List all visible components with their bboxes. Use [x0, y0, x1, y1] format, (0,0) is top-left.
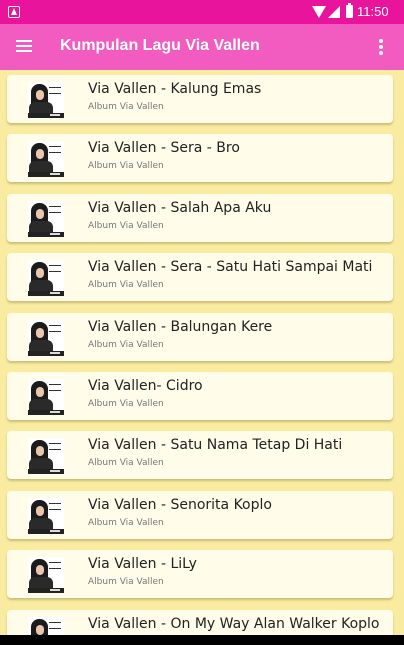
album-thumbnail	[28, 379, 64, 415]
song-list-item[interactable]: Via Vallen - Balungan Kere Album Via Vall…	[7, 313, 393, 361]
song-title: Via Vallen - Balungan Kere	[88, 319, 273, 335]
album-thumbnail	[28, 141, 64, 177]
song-album: Album Via Vallen	[88, 102, 164, 112]
song-album: Album Via Vallen	[88, 221, 164, 231]
song-title: Via Vallen - LiLy	[88, 556, 197, 572]
song-title: Via Vallen - Senorita Koplo	[88, 497, 272, 513]
app-title: Kumpulan Lagu Via Vallen	[60, 37, 260, 54]
navigation-bar	[0, 635, 404, 645]
song-list-item[interactable]: Via Vallen - Salah Apa Aku Album Via Vall…	[7, 194, 393, 242]
song-album: Album Via Vallen	[88, 340, 164, 350]
song-album: Album Via Vallen	[88, 577, 164, 587]
status-time: 11:50	[357, 4, 389, 19]
song-album: Album Via Vallen	[88, 280, 164, 290]
song-list-item[interactable]: Via Vallen- Cidro Album Via Vallen	[7, 372, 393, 420]
song-list-item[interactable]: Via Vallen - Sera - Bro Album Via Vallen	[7, 134, 393, 182]
song-title: Via Vallen - Sera - Bro	[88, 140, 240, 156]
signal-icon	[328, 6, 340, 18]
app-bar: Kumpulan Lagu Via Vallen	[0, 24, 404, 70]
album-thumbnail	[28, 260, 64, 296]
song-album: Album Via Vallen	[88, 518, 164, 528]
song-list[interactable]: Via Vallen - Kalung Emas Album Via Vallen…	[0, 70, 404, 635]
song-album: Album Via Vallen	[88, 458, 164, 468]
song-title: Via Vallen - Sera - Satu Hati Sampai Mat…	[88, 259, 373, 275]
album-thumbnail	[28, 82, 64, 118]
song-title: Via Vallen - Salah Apa Aku	[88, 200, 272, 216]
album-thumbnail	[28, 320, 64, 356]
album-thumbnail	[28, 201, 64, 237]
status-bar: 11:50	[0, 0, 404, 24]
more-vert-icon[interactable]	[374, 38, 388, 56]
song-title: Via Vallen- Cidro	[88, 378, 203, 394]
song-list-item[interactable]: Via Vallen - Kalung Emas Album Via Vallen	[7, 75, 393, 123]
hamburger-menu-icon[interactable]	[16, 40, 32, 53]
song-title: Via Vallen - Satu Nama Tetap Di Hati	[88, 437, 343, 453]
song-title: Via Vallen - Kalung Emas	[88, 81, 262, 97]
song-title: Via Vallen - On My Way Alan Walker Koplo	[88, 616, 380, 632]
wifi-icon	[312, 6, 326, 18]
phone-screen: 11:50 Kumpulan Lagu Via Vallen Via Valle…	[0, 0, 404, 645]
song-list-item[interactable]: Via Vallen - Sera - Satu Hati Sampai Mat…	[7, 253, 393, 301]
album-thumbnail	[28, 498, 64, 534]
album-thumbnail	[28, 617, 64, 635]
app-notification-icon	[8, 6, 20, 18]
song-list-item[interactable]: Via Vallen - Satu Nama Tetap Di Hati Albu…	[7, 431, 393, 479]
song-album: Album Via Vallen	[88, 161, 164, 171]
song-list-item[interactable]: Via Vallen - LiLy Album Via Vallen	[7, 550, 393, 598]
album-thumbnail	[28, 557, 64, 593]
song-list-item[interactable]: Via Vallen - Senorita Koplo Album Via Val…	[7, 491, 393, 539]
battery-icon	[346, 3, 353, 18]
album-thumbnail	[28, 438, 64, 474]
song-list-item[interactable]: Via Vallen - On My Way Alan Walker Koplo…	[7, 610, 393, 635]
song-album: Album Via Vallen	[88, 399, 164, 409]
